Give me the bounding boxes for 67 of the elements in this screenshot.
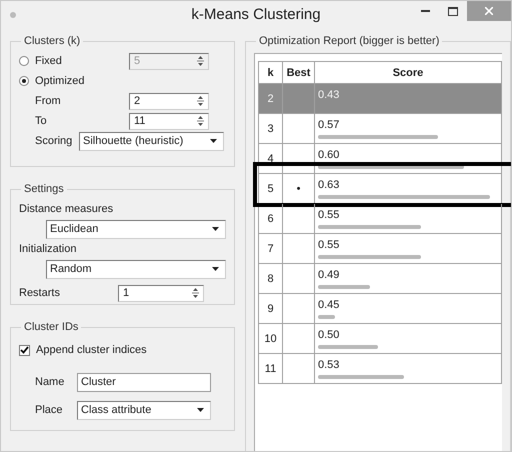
field-label: Name: [35, 376, 66, 388]
table-cell: 7: [267, 242, 274, 254]
minimize-icon: [420, 10, 430, 12]
table-cell: 11: [264, 362, 276, 374]
table-row[interactable]: 5 • 0.63: [259, 174, 502, 204]
table-cell: 2: [267, 92, 274, 104]
table-cell: 5: [267, 182, 274, 194]
table-cell: 10: [264, 332, 277, 344]
table-cell: 3: [267, 122, 274, 134]
radio-button[interactable]: Fixed: [19, 55, 129, 67]
caret-icon: [210, 139, 217, 143]
caret-icon: [197, 408, 204, 412]
table-row[interactable]: 8 0.49: [259, 264, 502, 294]
spin-arrows-icon: [197, 55, 204, 67]
spin-box[interactable]: 1: [118, 284, 204, 302]
caret-icon: [212, 227, 219, 231]
table-row[interactable]: 7 0.55: [259, 234, 502, 264]
table-row[interactable]: 10 0.50: [259, 324, 502, 354]
spin-box[interactable]: 2: [129, 92, 209, 110]
group-title: Optimization Report (bigger is better): [258, 35, 440, 47]
radio-button[interactable]: Optimized: [19, 75, 129, 87]
app-icon: [9, 11, 17, 19]
field-label: Initialization: [19, 243, 78, 255]
table-cell: 0.57: [318, 119, 340, 131]
input-field[interactable]: Cluster: [77, 372, 211, 392]
table-cell: 0.50: [318, 329, 340, 341]
table-row[interactable]: 11 0.53: [259, 354, 502, 384]
table-cell: 0.55: [318, 209, 340, 221]
field-label: From: [35, 95, 62, 107]
table-row[interactable]: 6 0.55: [259, 204, 502, 234]
table-cell: 0.60: [318, 149, 340, 161]
group-title: Clusters (k): [23, 35, 82, 47]
table-cell: 0.53: [318, 359, 340, 371]
table-row[interactable]: 9 0.45: [259, 294, 502, 324]
dropdown[interactable]: Euclidean: [46, 220, 226, 238]
spin-arrows-icon: [197, 95, 204, 107]
field-label: Place: [35, 404, 64, 416]
field-label: To: [35, 115, 48, 127]
table-cell: 0.49: [318, 269, 340, 281]
field-label: Restarts: [19, 287, 61, 299]
table-cell: 9: [267, 302, 274, 314]
group-title: Cluster IDs: [23, 321, 80, 333]
check-icon: [20, 346, 29, 354]
best-marker: •: [296, 182, 300, 194]
dropdown[interactable]: Class attribute: [77, 400, 211, 420]
table-cell: 4: [267, 152, 274, 164]
field-label: Scoring: [35, 135, 74, 147]
table-cell: 0.45: [318, 299, 340, 311]
field-label: Distance measures: [19, 203, 114, 215]
table-cell: 0.55: [318, 239, 340, 251]
dropdown[interactable]: Silhouette (heuristic): [79, 132, 224, 150]
checkbox[interactable]: Append cluster indices: [19, 344, 147, 356]
spin-arrows-icon: [192, 287, 199, 299]
table-cell: 6: [267, 212, 274, 224]
group-title: Settings: [23, 183, 65, 195]
window-title: k-Means Clustering: [191, 6, 321, 23]
caret-icon: [212, 267, 219, 271]
maximize-icon: [448, 6, 458, 16]
spin-box[interactable]: 11: [129, 112, 209, 130]
dropdown[interactable]: Random: [46, 260, 226, 278]
table-cell: 8: [267, 272, 274, 284]
table-row[interactable]: 3 0.57: [259, 114, 502, 144]
close-icon: [485, 7, 493, 15]
table-cell: 0.63: [318, 179, 340, 191]
table-row[interactable]: 4 0.60: [259, 144, 502, 174]
spin-arrows-icon: [197, 115, 204, 127]
table-cell: 0.43: [318, 89, 340, 101]
